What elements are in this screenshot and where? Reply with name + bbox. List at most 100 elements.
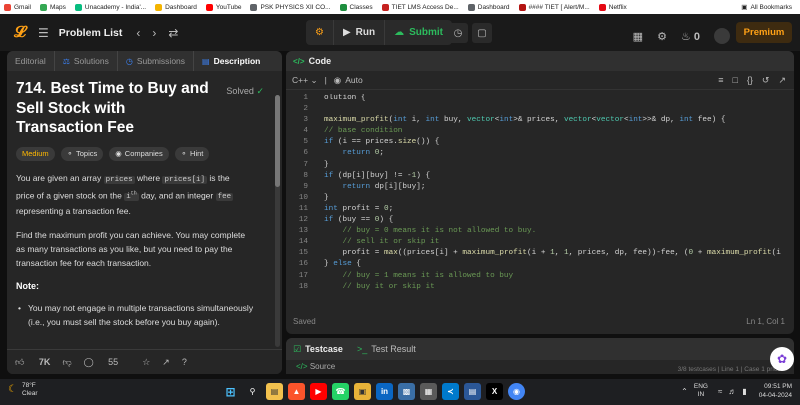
bookmark-item[interactable]: PSK PHYSICS XII CO... bbox=[250, 3, 331, 11]
leetcode-logo-icon[interactable]: 𝓛 bbox=[10, 23, 30, 43]
timer-icon[interactable]: ◷ bbox=[448, 23, 468, 43]
battery-icon[interactable]: ▮ bbox=[742, 387, 746, 396]
chrome-icon[interactable]: ◉ bbox=[508, 383, 525, 400]
bookmark-item[interactable]: Maps bbox=[39, 3, 66, 11]
bookmark-favicon-icon bbox=[598, 3, 606, 11]
source-button[interactable]: </> Source bbox=[286, 362, 335, 374]
premium-button[interactable]: Premium bbox=[736, 22, 792, 43]
companies-chip[interactable]: ◉ Companies bbox=[109, 146, 169, 161]
scrollbar-thumb[interactable] bbox=[275, 95, 280, 187]
bookmark-item[interactable]: Gmail bbox=[4, 3, 31, 11]
tab-solutions[interactable]: ⚖ Solutions bbox=[55, 51, 118, 71]
comment-icon: ◯ bbox=[83, 356, 94, 367]
code-line[interactable]: 10} bbox=[286, 194, 794, 205]
windows-start-icon[interactable]: ⊞ bbox=[222, 383, 239, 400]
code-line[interactable]: 3 maximum_profit(int i, int buy, vector<i… bbox=[286, 116, 794, 127]
code-line[interactable]: 13 // buy = 0 means it is not allowed to… bbox=[286, 227, 794, 238]
dislike-icon[interactable]: 👎︎ bbox=[62, 357, 71, 368]
tab-testcase[interactable]: ☑ Testcase bbox=[293, 344, 343, 355]
note-bullet: You may not engage in multiple transacti… bbox=[16, 301, 260, 329]
code-line[interactable]: 7} bbox=[286, 161, 794, 172]
tab-editorial[interactable]: Editorial bbox=[7, 51, 55, 71]
store-icon[interactable]: ▩ bbox=[398, 383, 415, 400]
all-bookmarks-button[interactable]: ▣ All Bookmarks bbox=[741, 0, 792, 14]
code-line[interactable]: 17 // buy = 1 means it is allowed to buy bbox=[286, 272, 794, 283]
settings-gear-icon[interactable]: ⚙ bbox=[657, 30, 667, 43]
x-twitter-icon[interactable]: X bbox=[486, 383, 503, 400]
code-line[interactable]: 6 return 0; bbox=[286, 149, 794, 160]
wifi-icon[interactable]: ≈ bbox=[718, 387, 722, 396]
expand-icon[interactable]: ↗ bbox=[778, 75, 786, 86]
like-button[interactable]: 👍︎ 7K bbox=[15, 357, 50, 368]
submit-button[interactable]: ☁ Submit bbox=[385, 20, 452, 45]
share-icon[interactable]: ↗ bbox=[162, 357, 170, 368]
debug-button[interactable]: ⚙ bbox=[306, 20, 333, 45]
code-line[interactable]: 4// base condition bbox=[286, 127, 794, 138]
folder-icon[interactable]: ▣ bbox=[354, 383, 371, 400]
prev-problem-icon[interactable]: ‹ bbox=[136, 26, 140, 40]
youtube-icon[interactable]: ▶ bbox=[310, 383, 327, 400]
bookmark-item[interactable]: Classes bbox=[339, 3, 373, 11]
format-icon[interactable]: ≡ bbox=[718, 75, 723, 86]
bookmark-item[interactable]: #### TIET [ Alert/M... bbox=[518, 3, 590, 11]
auto-mode[interactable]: Auto bbox=[345, 75, 363, 85]
taskbar-apps: ⊞ ⚲ ▤ ▲ ▶ ☎ ▣ in ▩ ▦ ≺ ▤ X ◉ bbox=[222, 383, 530, 400]
language-indicator[interactable]: ENG IN bbox=[694, 383, 708, 399]
shuffle-icon[interactable]: ⇄ bbox=[168, 26, 178, 40]
weather-widget[interactable]: ☾ 78°F Clear bbox=[8, 382, 38, 398]
code-line[interactable]: 18 // buy it or skip it bbox=[286, 283, 794, 294]
brave-browser-icon[interactable]: ▲ bbox=[288, 383, 305, 400]
notepad-icon[interactable]: ▤ bbox=[464, 383, 481, 400]
language-select[interactable]: C++ ⌄ bbox=[292, 75, 318, 86]
notes-icon[interactable]: ▢ bbox=[472, 23, 492, 43]
code-line[interactable]: 14 // sell it or skip it bbox=[286, 238, 794, 249]
volume-icon[interactable]: ♬ bbox=[728, 387, 736, 396]
app-icon[interactable]: ▦ bbox=[420, 383, 437, 400]
file-explorer-icon[interactable]: ▤ bbox=[266, 383, 283, 400]
code-text: // buy it or skip it bbox=[342, 282, 435, 291]
code-line[interactable]: 16} else { bbox=[286, 260, 794, 271]
vscode-icon[interactable]: ≺ bbox=[442, 383, 459, 400]
chevron-up-icon[interactable]: ⌃ bbox=[681, 387, 688, 396]
description-scrollbar[interactable] bbox=[275, 95, 280, 347]
bookmark-item[interactable]: Dashboard bbox=[155, 3, 197, 11]
help-icon[interactable]: ? bbox=[182, 357, 187, 367]
favorite-star-icon[interactable]: ☆ bbox=[142, 357, 150, 368]
tab-submissions[interactable]: ◷ Submissions bbox=[118, 51, 195, 71]
clock[interactable]: 09:51 PM 04-04-2024 bbox=[759, 382, 792, 400]
code-line[interactable]: 9 return dp[i][buy]; bbox=[286, 183, 794, 194]
bookmark-icon[interactable]: □ bbox=[732, 75, 737, 86]
problem-list-link[interactable]: Problem List bbox=[59, 27, 123, 39]
hint-chip[interactable]: ⚬ Hint bbox=[174, 146, 210, 161]
layout-icon[interactable]: ▦ bbox=[633, 30, 643, 43]
bookmark-item[interactable]: Unacademy - India'... bbox=[74, 3, 146, 11]
code-editor[interactable]: 1 olution {2 3 maximum_profit(int i, int bu… bbox=[286, 94, 794, 309]
list-icon[interactable]: ☰ bbox=[38, 26, 49, 40]
code-line[interactable]: 1 olution { bbox=[286, 94, 794, 105]
run-button[interactable]: ▶ Run bbox=[332, 20, 386, 45]
code-line[interactable]: 11 int profit = 0; bbox=[286, 205, 794, 216]
tab-description[interactable]: ▤ Description bbox=[194, 51, 268, 71]
code-line[interactable]: 5 if (i == prices.size()) { bbox=[286, 138, 794, 149]
assistant-brain-icon[interactable]: ✿ bbox=[770, 347, 794, 371]
comments-button[interactable]: ◯ 55 bbox=[84, 357, 131, 368]
search-icon[interactable]: ⚲ bbox=[244, 383, 261, 400]
next-problem-icon[interactable]: › bbox=[152, 26, 156, 40]
code-line[interactable]: 8 if (dp[i][buy] != -1) { bbox=[286, 172, 794, 183]
code-line[interactable]: 12 if (buy == 0) { bbox=[286, 216, 794, 227]
streak-fire-icon[interactable]: ♨ 0 bbox=[681, 30, 700, 43]
tab-test-result[interactable]: >_ Test Result bbox=[357, 344, 416, 354]
whatsapp-icon[interactable]: ☎ bbox=[332, 383, 349, 400]
braces-icon[interactable]: {} bbox=[747, 75, 753, 86]
code-line[interactable]: 2 bbox=[286, 105, 794, 116]
bookmark-item[interactable]: YouTube bbox=[205, 3, 241, 11]
linkedin-icon[interactable]: in bbox=[376, 383, 393, 400]
inline-code: ith bbox=[124, 190, 139, 201]
code-line[interactable]: 15 profit = max((prices[i] + maximum_pro… bbox=[286, 249, 794, 260]
reset-icon[interactable]: ↺ bbox=[762, 75, 770, 86]
bookmark-item[interactable]: TIET LMS Access De... bbox=[381, 3, 459, 11]
topics-chip[interactable]: ⚬ Topics bbox=[60, 146, 104, 161]
bookmark-item[interactable]: Dashboard bbox=[467, 3, 510, 11]
avatar[interactable] bbox=[714, 28, 730, 44]
bookmark-item[interactable]: Netflix bbox=[598, 3, 627, 11]
